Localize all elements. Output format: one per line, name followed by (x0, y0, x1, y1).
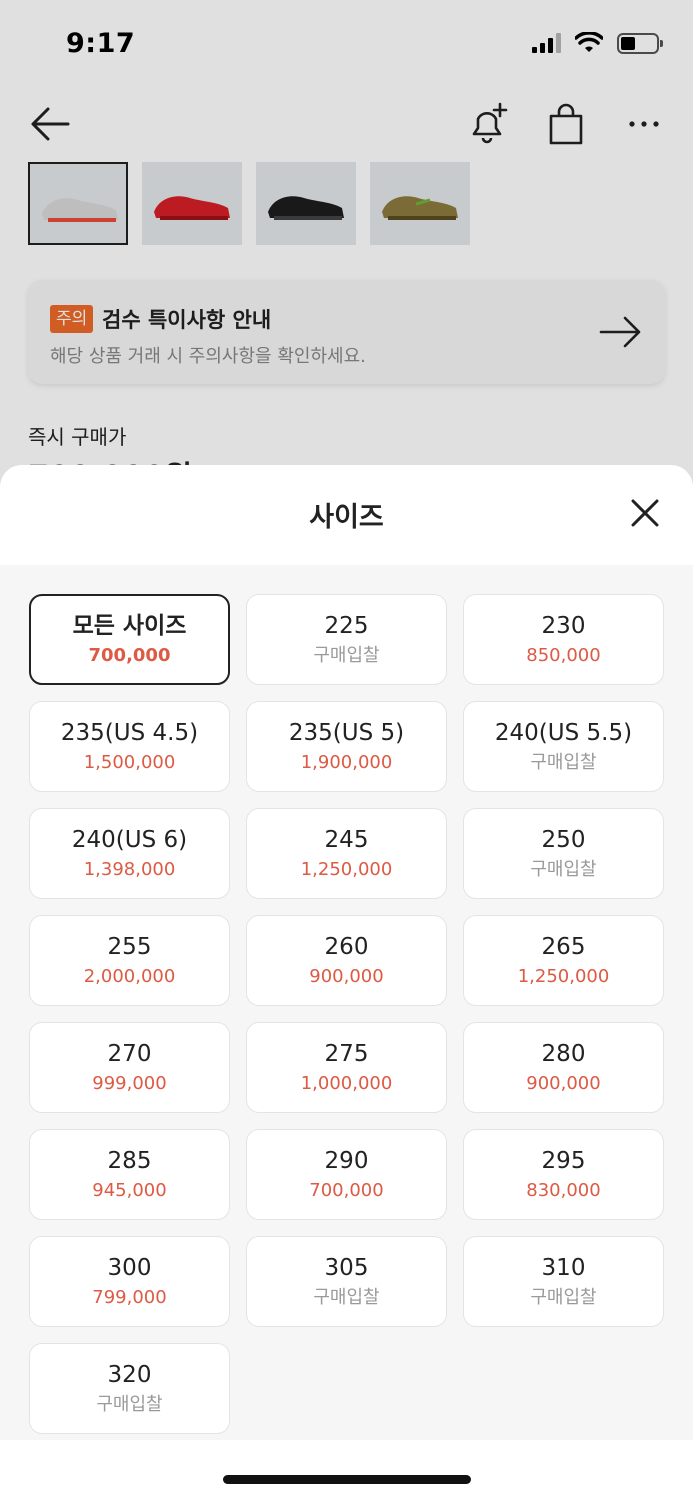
size-option-button[interactable]: 225 구매입찰 (246, 594, 447, 685)
size-option-bid-label: 구매입찰 (530, 859, 597, 880)
size-option-button[interactable]: 320 구매입찰 (29, 1343, 230, 1434)
size-option-label: 225 (324, 613, 369, 639)
size-option-label: 290 (324, 1148, 369, 1174)
size-option-button[interactable]: 290 700,000 (246, 1129, 447, 1220)
size-option-price: 1,398,000 (83, 859, 176, 880)
size-option-label: 300 (107, 1255, 152, 1281)
sheet-header: 사이즈 (0, 465, 693, 565)
size-option-price: 1,000,000 (300, 1073, 393, 1094)
size-option-label: 295 (541, 1148, 586, 1174)
size-option-button[interactable]: 270 999,000 (29, 1022, 230, 1113)
size-option-label: 275 (324, 1041, 369, 1067)
size-option-label: 모든 사이즈 (72, 613, 187, 639)
size-option-label: 265 (541, 934, 586, 960)
size-option-label: 240(US 5.5) (494, 720, 633, 746)
size-grid: 모든 사이즈 700,000 225 구매입찰 230 850,000 235(US 4.5… (29, 594, 665, 1434)
size-option-label: 270 (107, 1041, 152, 1067)
size-option-price: 2,000,000 (83, 966, 176, 987)
size-option-button[interactable]: 240(US 5.5) 구매입찰 (463, 701, 664, 792)
size-option-button[interactable]: 260 900,000 (246, 915, 447, 1006)
sheet-title: 사이즈 (309, 502, 384, 533)
size-option-button[interactable]: 모든 사이즈 700,000 (29, 594, 230, 685)
size-option-label: 260 (324, 934, 369, 960)
size-option-label: 305 (324, 1255, 369, 1281)
size-option-bid-label: 구매입찰 (313, 1287, 380, 1308)
size-option-label: 285 (107, 1148, 152, 1174)
size-option-price: 799,000 (92, 1287, 167, 1308)
size-option-bid-label: 구매입찰 (313, 645, 380, 666)
size-option-button[interactable]: 275 1,000,000 (246, 1022, 447, 1113)
size-option-price: 1,900,000 (300, 752, 393, 773)
home-indicator (223, 1475, 471, 1484)
size-option-price: 850,000 (526, 645, 601, 666)
size-option-bid-label: 구매입찰 (530, 1287, 597, 1308)
size-option-button[interactable]: 305 구매입찰 (246, 1236, 447, 1327)
size-option-button[interactable]: 250 구매입찰 (463, 808, 664, 899)
size-option-label: 235(US 4.5) (60, 720, 199, 746)
size-option-price: 900,000 (526, 1073, 601, 1094)
size-option-button[interactable]: 235(US 5) 1,900,000 (246, 701, 447, 792)
size-option-button[interactable]: 240(US 6) 1,398,000 (29, 808, 230, 899)
size-bottom-sheet: 사이즈 모든 사이즈 700,000 225 구매입찰 230 850,000 235(US… (0, 465, 693, 1500)
size-option-price: 1,500,000 (83, 752, 176, 773)
size-option-label: 255 (107, 934, 152, 960)
size-option-price: 700,000 (88, 645, 171, 666)
size-option-button[interactable]: 255 2,000,000 (29, 915, 230, 1006)
size-option-button[interactable]: 245 1,250,000 (246, 808, 447, 899)
size-option-label: 310 (541, 1255, 586, 1281)
size-option-button[interactable]: 265 1,250,000 (463, 915, 664, 1006)
size-option-label: 230 (541, 613, 586, 639)
size-option-price: 999,000 (92, 1073, 167, 1094)
size-option-button[interactable]: 310 구매입찰 (463, 1236, 664, 1327)
size-option-button[interactable]: 300 799,000 (29, 1236, 230, 1327)
size-option-price: 1,250,000 (300, 859, 393, 880)
size-option-label: 235(US 5) (288, 720, 405, 746)
size-option-label: 245 (324, 827, 369, 853)
size-option-bid-label: 구매입찰 (530, 752, 597, 773)
size-option-label: 240(US 6) (71, 827, 188, 853)
size-options-area: 모든 사이즈 700,000 225 구매입찰 230 850,000 235(US 4.5… (0, 565, 693, 1440)
size-option-label: 250 (541, 827, 586, 853)
size-option-price: 1,250,000 (517, 966, 610, 987)
size-option-price: 945,000 (92, 1180, 167, 1201)
size-option-label: 320 (107, 1362, 152, 1388)
size-option-price: 900,000 (309, 966, 384, 987)
size-option-price: 700,000 (309, 1180, 384, 1201)
close-icon[interactable] (627, 495, 663, 531)
size-option-button[interactable]: 230 850,000 (463, 594, 664, 685)
size-option-label: 280 (541, 1041, 586, 1067)
size-option-button[interactable]: 295 830,000 (463, 1129, 664, 1220)
size-option-button[interactable]: 280 900,000 (463, 1022, 664, 1113)
size-option-price: 830,000 (526, 1180, 601, 1201)
size-option-button[interactable]: 235(US 4.5) 1,500,000 (29, 701, 230, 792)
size-option-bid-label: 구매입찰 (96, 1394, 163, 1415)
size-option-button[interactable]: 285 945,000 (29, 1129, 230, 1220)
